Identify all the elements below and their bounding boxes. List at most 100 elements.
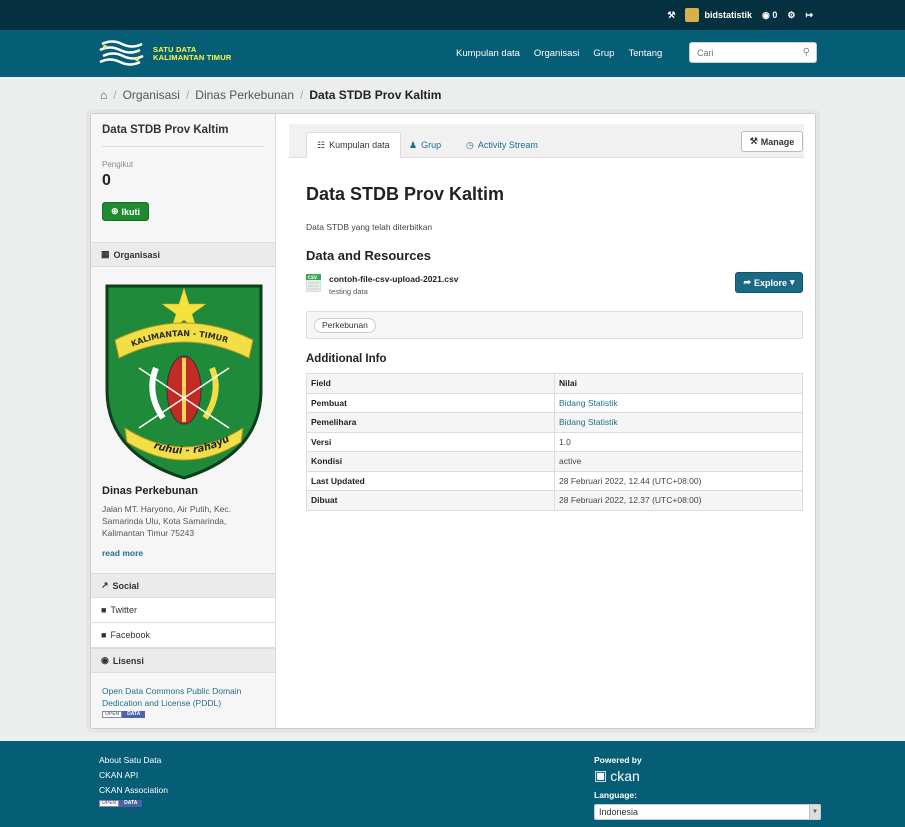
followers-count: 0 — [102, 172, 111, 189]
footer-open-data-badge[interactable]: OPEN DATA — [99, 800, 168, 807]
sidebar: Data STDB Prov Kaltim Pengikut 0 ⊕ Ikuti… — [91, 114, 276, 728]
organization-heading: ▦ Organisasi — [91, 242, 275, 267]
manage-label: Manage — [760, 136, 795, 147]
share-icon: ↗ — [101, 580, 109, 590]
masthead: SATU DATA KALIMANTAN TIMUR Kumpulan data… — [0, 30, 905, 77]
site-footer: About Satu Data CKAN API CKAN Associatio… — [0, 741, 905, 827]
main-nav: Kumpulan data Organisasi Grup Tentang — [456, 30, 662, 77]
open-data-badge-right: DATA — [122, 711, 146, 718]
resource-name-link[interactable]: contoh-file-csv-upload-2021.csv — [329, 274, 458, 284]
facebook-label: Facebook — [110, 630, 150, 640]
license-heading: ◉ Lisensi — [91, 648, 275, 673]
powered-by-label: Powered by — [594, 755, 642, 765]
dashboard-count: 0 — [772, 9, 778, 20]
explore-label: Explore — [754, 277, 788, 288]
footer-link-about[interactable]: About Satu Data — [99, 755, 168, 765]
account-user-link[interactable]: bidstatistik — [685, 8, 752, 22]
dataset-notes: Data STDB yang telah diterbitkan — [306, 222, 433, 232]
users-icon: ♟ — [409, 139, 418, 150]
nav-about[interactable]: Tentang — [628, 48, 662, 59]
search-input[interactable] — [690, 43, 790, 62]
dashboard-icon: ◉ — [761, 9, 770, 20]
additional-info-heading: Additional Info — [306, 353, 387, 365]
tag-list: Perkebunan — [306, 311, 803, 339]
table-row: Dibuat 28 Februari 2022, 12.37 (UTC+08:0… — [306, 490, 803, 511]
divider — [102, 146, 264, 147]
share-arrow-icon: ➦ — [743, 277, 751, 287]
caret-down-icon: ▾ — [790, 277, 795, 287]
account-items: ⚒ bidstatistik ◉ 0 ⚙ ↦ — [667, 0, 813, 30]
table-row: Last Updated 28 Februari 2022, 12.44 (UT… — [306, 470, 803, 491]
table-cell-value: 28 Februari 2022, 12.44 (UTC+08:00) — [554, 470, 803, 491]
search-icon[interactable]: ⚲ — [803, 47, 810, 58]
nav-groups[interactable]: Grup — [593, 48, 614, 59]
table-cell-value-link[interactable]: Bidang Statistik — [554, 392, 803, 413]
tab-datasets[interactable]: ☷ Kumpulan data — [306, 132, 401, 158]
lock-icon: ◉ — [101, 655, 109, 665]
table-header-row: Field Nilai — [306, 373, 803, 394]
ckan-logo-icon: ▣ — [594, 767, 608, 783]
dashboard-link[interactable]: ◉ 0 — [762, 10, 777, 21]
logo-line-2: KALIMANTAN TIMUR — [153, 53, 232, 62]
sidebar-dataset-title: Data STDB Prov Kaltim — [102, 124, 229, 136]
table-row: Pemelihara Bidang Statistik — [306, 412, 803, 433]
table-cell-field: Last Updated — [306, 470, 555, 491]
open-data-badge[interactable]: OPEN DATA — [102, 711, 146, 718]
footer-link-association[interactable]: CKAN Association — [99, 785, 168, 795]
site-logo[interactable]: SATU DATA KALIMANTAN TIMUR — [97, 39, 231, 69]
read-more-link[interactable]: read more — [102, 548, 143, 558]
followers-label: Pengikut — [102, 160, 134, 169]
follow-label: Ikuti — [121, 206, 141, 217]
resource-description: testing data — [329, 287, 368, 296]
breadcrumb-organization[interactable]: Dinas Perkebunan — [195, 88, 294, 102]
explore-button[interactable]: ➦ Explore ▾ — [735, 272, 803, 293]
building-icon: ▦ — [101, 249, 110, 259]
settings-gear-icon[interactable]: ⚙ — [787, 10, 795, 21]
plus-circle-icon: ⊕ — [110, 206, 119, 216]
table-header-value: Nilai — [554, 373, 803, 394]
organization-name[interactable]: Dinas Perkebunan — [102, 485, 198, 497]
language-select[interactable]: Indonesia ▼ — [594, 804, 821, 820]
table-row: Kondisi active — [306, 451, 803, 472]
footer-link-api[interactable]: CKAN API — [99, 770, 168, 780]
language-label: Language: — [594, 790, 637, 800]
breadcrumb-organizations[interactable]: Organisasi — [123, 88, 180, 102]
twitter-label: Twitter — [110, 605, 137, 615]
twitter-link[interactable]: ■ Twitter — [91, 598, 275, 623]
table-cell-value: 1.0 — [554, 431, 803, 452]
sysadmin-hammer-icon[interactable]: ⚒ — [667, 10, 675, 21]
license-link[interactable]: Open Data Commons Public Domain Dedicati… — [102, 685, 262, 709]
tab-groups[interactable]: ♟ Grup — [399, 132, 451, 158]
logout-icon[interactable]: ↦ — [805, 10, 813, 21]
ckan-logo-text: ckan — [610, 767, 640, 784]
nav-organizations[interactable]: Organisasi — [534, 48, 579, 59]
facebook-icon: ■ — [101, 630, 107, 640]
social-heading-label: Social — [112, 580, 140, 591]
twitter-icon: ■ — [101, 605, 107, 615]
home-icon[interactable]: ⌂ — [100, 88, 107, 102]
language-selected-value: Indonesia — [599, 807, 639, 817]
table-cell-field: Pemelihara — [306, 412, 555, 433]
logo-text: SATU DATA KALIMANTAN TIMUR — [153, 46, 231, 62]
nav-datasets[interactable]: Kumpulan data — [456, 48, 520, 59]
open-data-badge-right: DATA — [119, 800, 143, 807]
tab-activity-stream[interactable]: ◷ Activity Stream — [456, 132, 548, 158]
table-cell-field: Dibuat — [306, 490, 555, 511]
sitemap-icon: ☷ — [317, 139, 326, 150]
main-wrapper: Data STDB Prov Kaltim Pengikut 0 ⊕ Ikuti… — [90, 113, 816, 729]
table-header-field: Field — [306, 373, 555, 394]
organization-heading-label: Organisasi — [113, 249, 161, 260]
table-cell-value-link[interactable]: Bidang Statistik — [554, 412, 803, 433]
ckan-logo[interactable]: ▣ ckan — [594, 767, 640, 784]
table-cell-value: 28 Februari 2022, 12.37 (UTC+08:00) — [554, 490, 803, 511]
facebook-link[interactable]: ■ Facebook — [91, 623, 275, 648]
breadcrumb-current[interactable]: Data STDB Prov Kaltim — [309, 88, 441, 102]
follow-button[interactable]: ⊕ Ikuti — [102, 202, 149, 221]
manage-button[interactable]: ⚒ Manage — [741, 131, 803, 152]
tag-item[interactable]: Perkebunan — [314, 318, 376, 333]
breadcrumb: ⌂ / Organisasi / Dinas Perkebunan / Data… — [100, 86, 441, 104]
organization-emblem-image[interactable]: KALIMANTAN - TIMUR ruhui - rahayu — [101, 278, 267, 481]
account-masthead: ⚒ bidstatistik ◉ 0 ⚙ ↦ — [0, 0, 905, 30]
social-heading: ↗ Social — [91, 573, 275, 598]
clock-icon: ◷ — [466, 139, 474, 150]
